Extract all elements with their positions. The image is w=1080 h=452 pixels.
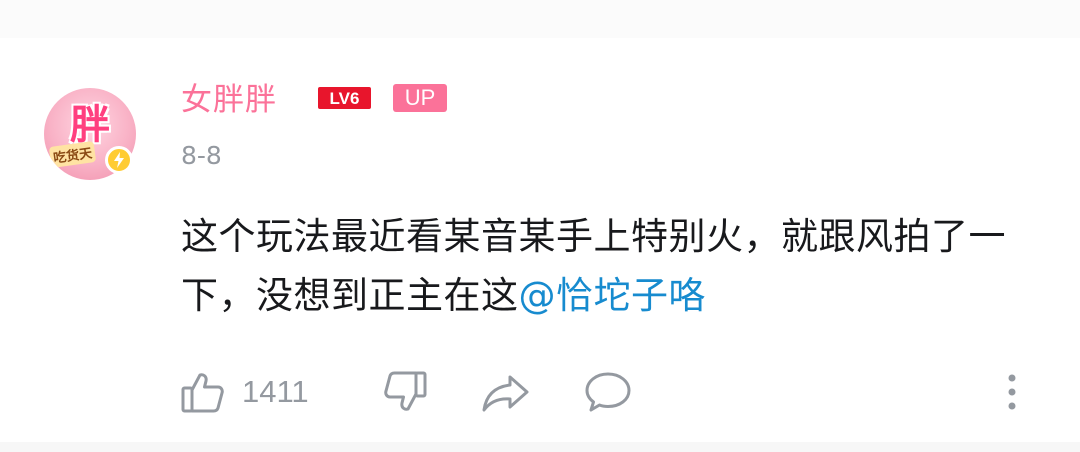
lightning-icon <box>105 146 133 174</box>
dislike-button[interactable] <box>382 368 428 416</box>
bottom-divider-strip <box>0 442 1080 452</box>
comment-date: 8-8 <box>181 141 222 170</box>
top-divider-strip <box>0 0 1080 38</box>
like-count: 1411 <box>242 374 309 409</box>
comment-body: 这个玩法最近看某音某手上特别火，就跟风拍了一下，没想到正主在这@恰坨子咯 <box>181 207 1051 325</box>
up-badge: UP <box>393 84 447 112</box>
reply-button[interactable] <box>584 368 632 416</box>
mention-link[interactable]: @恰坨子咯 <box>519 274 707 317</box>
share-button[interactable] <box>480 368 532 416</box>
username[interactable]: 女胖胖 <box>181 80 277 120</box>
thumbs-up-icon <box>180 369 226 415</box>
like-button[interactable]: 1411 <box>180 368 309 416</box>
level-badge: LV6 <box>318 87 371 109</box>
level-text: LV6 <box>330 89 360 108</box>
more-dots-icon <box>1002 369 1022 415</box>
share-icon <box>480 369 532 415</box>
more-options-button[interactable] <box>1002 368 1022 416</box>
thumbs-down-icon <box>382 369 428 415</box>
comment-bubble-icon <box>584 369 632 415</box>
